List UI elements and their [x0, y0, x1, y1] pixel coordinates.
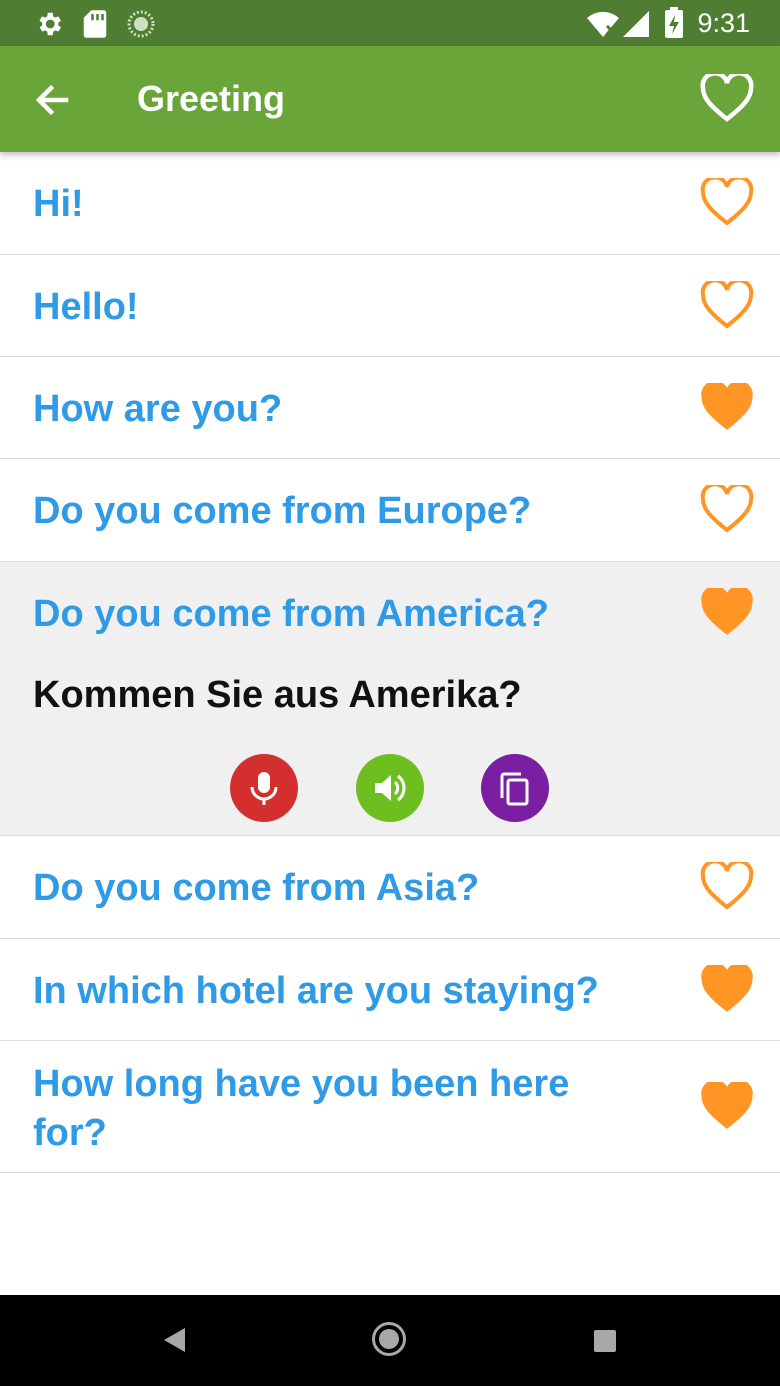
heart-outline-icon[interactable]	[700, 281, 754, 331]
play-audio-button[interactable]	[356, 754, 424, 822]
phrase-text: Hello!	[33, 286, 139, 328]
phrase-text: Do you come from Asia?	[33, 867, 480, 909]
sync-icon	[127, 10, 155, 38]
microphone-icon	[250, 772, 278, 805]
signal-icon	[623, 11, 649, 37]
sd-card-icon	[83, 10, 107, 38]
phrase-text: How are you?	[33, 388, 283, 430]
phrase-row[interactable]: How are you?	[0, 357, 780, 459]
home-circle-icon[interactable]	[371, 1321, 407, 1357]
system-nav-bar	[0, 1295, 780, 1386]
phrase-text: In which hotel are you staying?	[33, 970, 599, 1012]
heart-outline-icon[interactable]	[700, 485, 754, 535]
phrase-list: Hi! Hello! How are you? Do you come from…	[0, 152, 780, 1173]
record-button[interactable]	[230, 754, 298, 822]
phrase-text: Do you come from America?	[33, 593, 549, 635]
battery-charging-icon	[665, 7, 683, 38]
heart-outline-icon[interactable]	[700, 178, 754, 228]
phrase-text: Hi!	[33, 183, 84, 225]
phrase-text-line-1: How long have you been here	[33, 1063, 570, 1105]
wifi-icon	[587, 11, 619, 38]
status-time: 9:31	[697, 8, 750, 38]
phrase-text: Do you come from Europe?	[33, 490, 532, 532]
heart-filled-icon[interactable]	[700, 588, 754, 638]
phrase-text-line-2: for?	[33, 1112, 107, 1154]
arrow-left-icon[interactable]	[30, 78, 74, 122]
heart-filled-icon[interactable]	[700, 965, 754, 1015]
app-bar: Greeting	[0, 46, 780, 152]
heart-filled-icon[interactable]	[700, 383, 754, 433]
gear-icon	[39, 12, 62, 36]
phrase-row[interactable]: Hello!	[0, 255, 780, 357]
phrase-row[interactable]: Do you come from Asia?	[0, 836, 780, 939]
recents-square-icon[interactable]	[593, 1329, 617, 1353]
phrase-row[interactable]: Do you come from Europe?	[0, 459, 780, 562]
translation-text: Kommen Sie aus Amerika?	[33, 674, 522, 716]
back-triangle-icon[interactable]	[163, 1327, 187, 1353]
copy-button[interactable]	[481, 754, 549, 822]
heart-filled-icon[interactable]	[700, 1082, 754, 1132]
phrase-row[interactable]: Hi!	[0, 152, 780, 255]
heart-outline-icon[interactable]	[700, 74, 754, 124]
page-title: Greeting	[137, 78, 286, 119]
speaker-icon	[375, 774, 406, 802]
copy-icon	[500, 772, 529, 806]
phrase-row[interactable]: How long have you been here for?	[0, 1041, 780, 1173]
status-bar: 9:31	[0, 0, 780, 46]
phrase-row-expanded[interactable]: Do you come from America? Kommen Sie aus…	[0, 562, 780, 836]
phrase-row[interactable]: In which hotel are you staying?	[0, 939, 780, 1041]
heart-outline-icon[interactable]	[700, 862, 754, 912]
